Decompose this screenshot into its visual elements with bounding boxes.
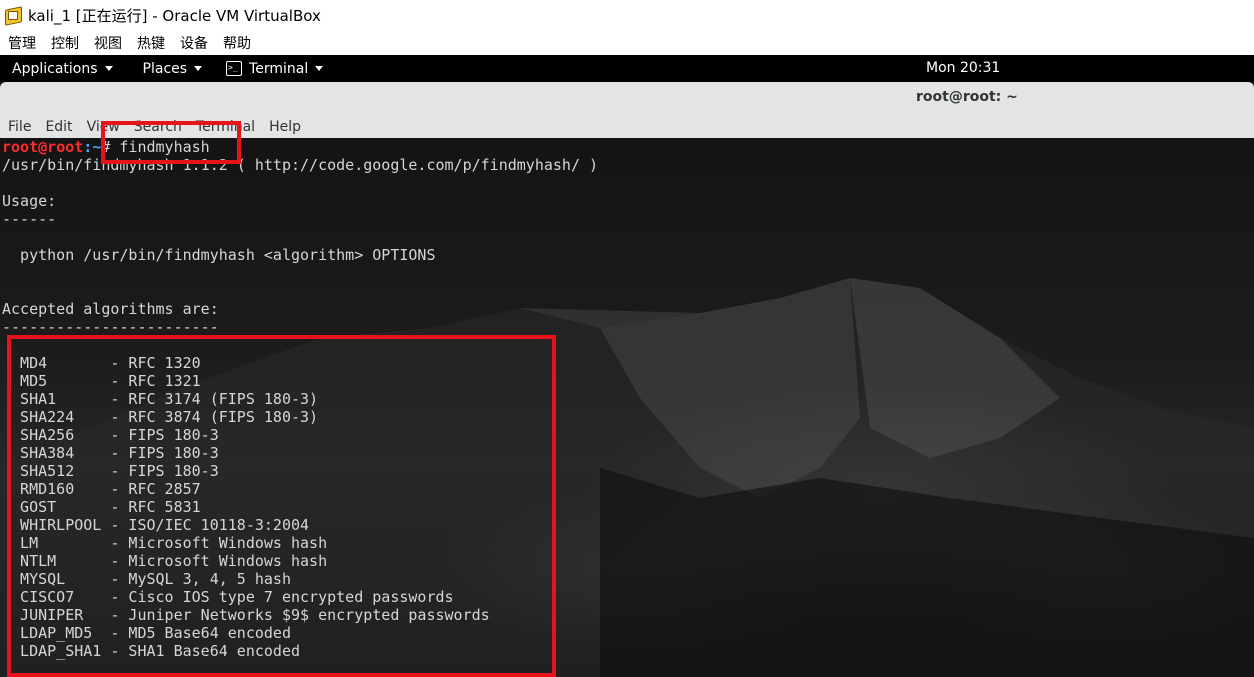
terminal-output-line: ------ <box>2 210 57 228</box>
menu-view[interactable]: 视图 <box>86 33 129 53</box>
terminal-output-line: Accepted algorithms are: <box>2 300 219 318</box>
menu-help[interactable]: Help <box>269 119 301 135</box>
terminal-title: root@root: ~ <box>916 89 1018 105</box>
chevron-down-icon <box>194 66 203 71</box>
places-label: Places <box>142 60 188 77</box>
terminal-output-line: /usr/bin/findmyhash 1.1.2 ( http://code.… <box>2 156 599 174</box>
annotation-command-highlight <box>101 121 241 164</box>
applications-label: Applications <box>12 60 98 77</box>
chevron-down-icon <box>315 66 324 71</box>
menu-hotkeys[interactable]: 热键 <box>129 33 172 53</box>
terminal-output-line: python /usr/bin/findmyhash <algorithm> O… <box>2 246 436 264</box>
menu-devices[interactable]: 设备 <box>172 33 215 53</box>
menu-manage[interactable]: 管理 <box>0 33 43 53</box>
terminal-output-line: Usage: <box>2 192 57 210</box>
window-title: kali_1 [正在运行] - Oracle VM VirtualBox <box>28 6 321 25</box>
virtualbox-title-bar: kali_1 [正在运行] - Oracle VM VirtualBox <box>0 0 1254 30</box>
terminal-app-label: Terminal <box>249 60 309 77</box>
gnome-top-panel: Applications Places >_ Terminal Mon 20:3… <box>0 55 1254 82</box>
places-menu[interactable]: Places <box>143 61 203 77</box>
terminal-header-bar: root@root: ~ <box>0 82 1254 115</box>
terminal-icon: >_ <box>226 61 243 76</box>
terminal-app-menu[interactable]: >_ Terminal <box>226 60 324 77</box>
virtualbox-menu-bar: 管理 控制 视图 热键 设备 帮助 <box>0 30 1254 55</box>
clock[interactable]: Mon 20:31 <box>926 55 1000 82</box>
menu-help[interactable]: 帮助 <box>215 33 258 53</box>
prompt-user: root@root <box>2 138 84 156</box>
menu-control[interactable]: 控制 <box>43 33 86 53</box>
prompt-path: :~ <box>83 138 102 156</box>
annotation-algorithms-highlight <box>7 335 556 677</box>
menu-file[interactable]: File <box>8 119 31 135</box>
terminal-output-line: ------------------------ <box>2 318 219 336</box>
applications-menu[interactable]: Applications <box>12 61 113 77</box>
menu-edit[interactable]: Edit <box>45 119 72 135</box>
virtualbox-app-icon <box>4 6 22 26</box>
chevron-down-icon <box>104 66 113 71</box>
